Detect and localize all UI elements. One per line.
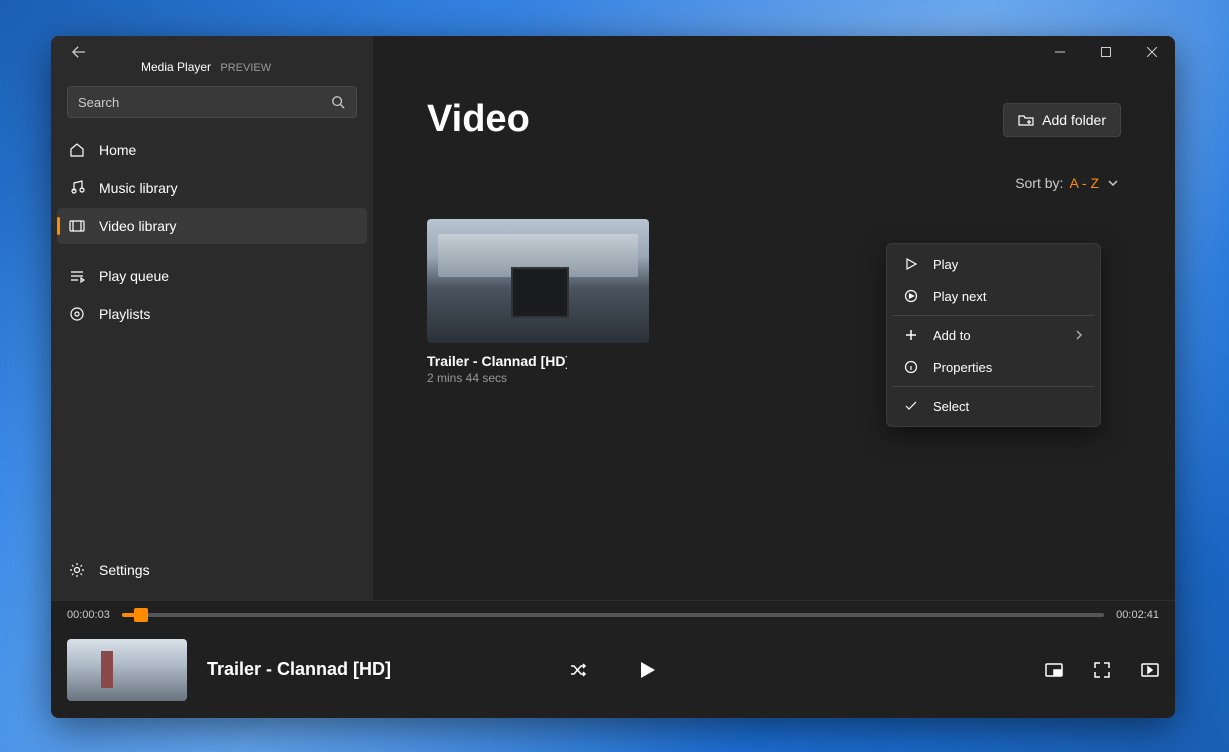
ctx-label: Play xyxy=(933,257,958,272)
ctx-play[interactable]: Play xyxy=(891,248,1096,280)
add-folder-button[interactable]: Add folder xyxy=(1003,103,1121,137)
separator xyxy=(893,386,1094,387)
ctx-label: Play next xyxy=(933,289,986,304)
ctx-label: Select xyxy=(933,399,969,414)
gear-icon xyxy=(69,562,85,578)
sidebar-item-label: Play queue xyxy=(99,268,169,284)
minimize-button[interactable] xyxy=(1037,36,1083,68)
app-name: Media Player xyxy=(141,60,211,74)
maximize-button[interactable] xyxy=(1083,36,1129,68)
video-icon xyxy=(69,218,85,234)
time-elapsed: 00:00:03 xyxy=(67,609,110,621)
time-total: 00:02:41 xyxy=(1116,609,1159,621)
play-button[interactable] xyxy=(637,660,657,680)
window-controls xyxy=(1037,36,1175,68)
app-title: Media Player PREVIEW xyxy=(141,60,271,74)
ctx-label: Properties xyxy=(933,360,992,375)
add-folder-label: Add folder xyxy=(1042,112,1106,128)
page-title: Video xyxy=(427,98,530,141)
home-icon xyxy=(69,142,85,158)
progress-thumb[interactable] xyxy=(134,608,148,622)
titlebar: Media Player PREVIEW xyxy=(51,36,1175,68)
ctx-add-to[interactable]: Add to xyxy=(891,319,1096,351)
search-icon xyxy=(330,94,346,110)
video-duration: 2 mins 44 secs xyxy=(427,371,649,385)
player-bar: 00:00:03 00:02:41 Trailer - Clannad [HD] xyxy=(51,600,1175,718)
mini-player-button[interactable] xyxy=(1045,661,1063,679)
search-box[interactable] xyxy=(67,86,357,118)
queue-icon xyxy=(69,268,85,284)
sort-value: A - Z xyxy=(1069,175,1099,191)
shuffle-button[interactable] xyxy=(569,661,587,679)
sidebar-item-queue[interactable]: Play queue xyxy=(57,258,367,294)
compact-overlay-button[interactable] xyxy=(1141,661,1159,679)
main-content: Video Add folder Sort by: A - Z Trailer … xyxy=(373,36,1175,600)
sidebar-item-label: Music library xyxy=(99,180,178,196)
ctx-label: Add to xyxy=(933,328,971,343)
sidebar-item-home[interactable]: Home xyxy=(57,132,367,168)
play-icon xyxy=(903,256,919,272)
video-title: Trailer - Clannad [HD] xyxy=(427,353,567,369)
progress-slider[interactable] xyxy=(122,613,1104,617)
ctx-play-next[interactable]: Play next xyxy=(891,280,1096,312)
app-badge: PREVIEW xyxy=(220,62,271,74)
nav: Home Music library Video library Play qu… xyxy=(51,128,373,336)
sidebar-item-video[interactable]: Video library xyxy=(57,208,367,244)
select-icon xyxy=(903,398,919,414)
fullscreen-button[interactable] xyxy=(1093,661,1111,679)
video-thumbnail[interactable] xyxy=(427,219,649,343)
now-playing-title: Trailer - Clannad [HD] xyxy=(207,659,391,680)
search-input[interactable] xyxy=(78,95,330,110)
sidebar-item-settings[interactable]: Settings xyxy=(57,552,367,588)
play-next-icon xyxy=(903,288,919,304)
sidebar: Home Music library Video library Play qu… xyxy=(51,36,373,600)
music-icon xyxy=(69,180,85,196)
context-menu: Play Play next Add to Properties xyxy=(886,243,1101,427)
playlist-icon xyxy=(69,306,85,322)
plus-icon xyxy=(903,327,919,343)
sidebar-item-playlists[interactable]: Playlists xyxy=(57,296,367,332)
back-button[interactable] xyxy=(59,36,99,68)
ctx-select[interactable]: Select xyxy=(891,390,1096,422)
separator xyxy=(893,315,1094,316)
add-folder-icon xyxy=(1018,112,1034,128)
ctx-properties[interactable]: Properties xyxy=(891,351,1096,383)
now-playing-thumb[interactable] xyxy=(67,639,187,701)
sort-label: Sort by: xyxy=(1015,175,1063,191)
info-icon xyxy=(903,359,919,375)
sidebar-item-label: Video library xyxy=(99,218,177,234)
sidebar-item-music[interactable]: Music library xyxy=(57,170,367,206)
sidebar-item-label: Home xyxy=(99,142,136,158)
close-button[interactable] xyxy=(1129,36,1175,68)
video-card[interactable]: Trailer - Clannad [HD] 2 mins 44 secs xyxy=(427,219,649,385)
app-window: Media Player PREVIEW xyxy=(51,36,1175,718)
chevron-right-icon xyxy=(1074,330,1084,340)
sidebar-item-label: Settings xyxy=(99,562,150,578)
sidebar-item-label: Playlists xyxy=(99,306,150,322)
chevron-down-icon xyxy=(1105,175,1121,191)
sort-control[interactable]: Sort by: A - Z xyxy=(427,175,1121,191)
